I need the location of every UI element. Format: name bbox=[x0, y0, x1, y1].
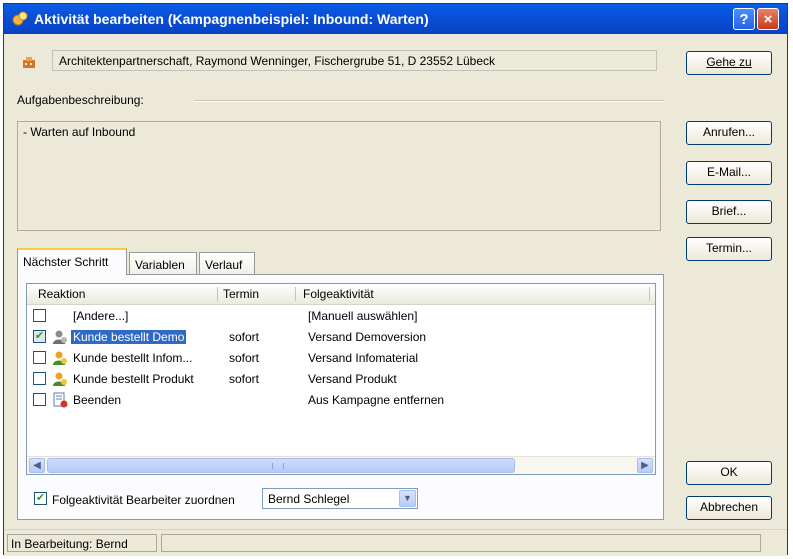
description-separator bbox=[194, 100, 664, 102]
reaction-list[interactable]: Reaktion Termin Folgeaktivität [Andere..… bbox=[26, 283, 656, 475]
row-follow-activity: Aus Kampagne entfernen bbox=[308, 393, 445, 407]
row-follow-activity: Versand Produkt bbox=[308, 372, 397, 386]
ok-label: OK bbox=[720, 465, 738, 479]
row-checkbox[interactable] bbox=[33, 351, 46, 364]
grip-icon bbox=[272, 463, 284, 469]
description-box[interactable]: - Warten auf Inbound bbox=[17, 121, 661, 231]
list-row[interactable]: Beenden Aus Kampagne entfernen bbox=[27, 390, 655, 411]
company-icon bbox=[23, 57, 35, 68]
row-follow-activity: Versand Infomaterial bbox=[308, 351, 419, 365]
row-termin: sofort bbox=[229, 372, 260, 386]
row-reaction: Kunde bestellt Produkt bbox=[73, 372, 194, 386]
close-button[interactable]: × bbox=[757, 8, 779, 30]
email-button[interactable]: E-Mail... bbox=[686, 161, 772, 185]
email-label: E-Mail... bbox=[706, 165, 751, 179]
next-step-panel: Reaktion Termin Folgeaktivität [Andere..… bbox=[17, 274, 664, 520]
call-label: Anrufen... bbox=[702, 125, 756, 139]
list-row[interactable]: ✔ Kunde bestellt Demo sofort Versand Dem… bbox=[27, 327, 655, 348]
row-reaction: Kunde bestellt Infom... bbox=[73, 351, 193, 365]
cancel-label: Abbrechen bbox=[699, 500, 759, 514]
cancel-button[interactable]: Abbrechen bbox=[686, 496, 772, 520]
help-button[interactable]: ? bbox=[733, 8, 755, 30]
row-follow-activity: Versand Demoversion bbox=[308, 330, 427, 344]
column-reaction[interactable]: Reaktion bbox=[38, 287, 85, 301]
row-termin: sofort bbox=[229, 330, 260, 344]
row-reaction: Beenden bbox=[73, 393, 122, 407]
description-label: Aufgabenbeschreibung: bbox=[17, 93, 144, 107]
tab-variables[interactable]: Variablen bbox=[129, 252, 197, 274]
goto-label: Gehe zu bbox=[706, 55, 752, 69]
document-red-icon bbox=[53, 392, 68, 408]
list-header: Reaktion Termin Folgeaktivität bbox=[27, 284, 655, 305]
letter-button[interactable]: Brief... bbox=[686, 200, 772, 224]
activity-dialog: Aktivität bearbeiten (Kampagnenbeispiel:… bbox=[3, 3, 788, 556]
column-divider[interactable] bbox=[217, 287, 218, 301]
appointment-label: Termin... bbox=[705, 241, 752, 255]
person-orange-icon bbox=[53, 351, 67, 365]
scroll-left-icon[interactable]: ◀ bbox=[29, 458, 45, 473]
description-text: - Warten auf Inbound bbox=[23, 125, 136, 139]
status-text: In Bearbeitung: Bernd bbox=[7, 534, 157, 552]
list-row[interactable]: Kunde bestellt Infom... sofort Versand I… bbox=[27, 348, 655, 369]
row-checkbox[interactable] bbox=[33, 372, 46, 385]
column-divider[interactable] bbox=[649, 287, 650, 301]
scroll-right-icon[interactable]: ▶ bbox=[637, 458, 653, 473]
assign-checkbox[interactable]: ✔ bbox=[34, 492, 47, 505]
ok-button[interactable]: OK bbox=[686, 461, 772, 485]
row-checkbox[interactable] bbox=[33, 309, 46, 322]
tab-next-step[interactable]: Nächster Schritt bbox=[17, 248, 127, 275]
row-reaction: Kunde bestellt Demo bbox=[71, 330, 187, 344]
row-termin: sofort bbox=[229, 351, 260, 365]
assign-label[interactable]: Folgeaktivität Bearbeiter zuordnen bbox=[52, 493, 235, 507]
status-pane-empty bbox=[161, 534, 761, 552]
call-button[interactable]: Anrufen... bbox=[686, 121, 772, 145]
list-row[interactable]: Kunde bestellt Produkt sofort Versand Pr… bbox=[27, 369, 655, 390]
letter-label: Brief... bbox=[711, 204, 747, 218]
status-bar: In Bearbeitung: Bernd bbox=[4, 529, 787, 556]
horizontal-scrollbar[interactable]: ◀ ▶ bbox=[27, 456, 655, 474]
window-title: Aktivität bearbeiten (Kampagnenbeispiel:… bbox=[34, 11, 429, 27]
person-orange-icon bbox=[53, 372, 67, 386]
title-bar[interactable]: Aktivität bearbeiten (Kampagnenbeispiel:… bbox=[4, 4, 787, 34]
assignee-value: Bernd Schlegel bbox=[268, 492, 350, 506]
row-checkbox[interactable]: ✔ bbox=[33, 330, 46, 343]
tab-history[interactable]: Verlauf bbox=[199, 252, 255, 274]
assignee-select[interactable]: Bernd Schlegel ▼ bbox=[262, 488, 418, 509]
column-follow-activity[interactable]: Folgeaktivität bbox=[303, 287, 374, 301]
list-row[interactable]: [Andere...] [Manuell auswählen] bbox=[27, 306, 655, 327]
column-termin[interactable]: Termin bbox=[223, 287, 259, 301]
person-gray-icon bbox=[53, 330, 67, 344]
chevron-down-icon[interactable]: ▼ bbox=[399, 490, 416, 507]
column-divider[interactable] bbox=[295, 287, 296, 301]
row-reaction: [Andere...] bbox=[73, 309, 129, 323]
scroll-thumb[interactable] bbox=[47, 458, 515, 473]
row-follow-activity: [Manuell auswählen] bbox=[308, 309, 418, 323]
activity-icon bbox=[12, 11, 28, 26]
goto-button[interactable]: Gehe zu bbox=[686, 51, 772, 75]
appointment-button[interactable]: Termin... bbox=[686, 237, 772, 261]
row-reaction-selected-text: Kunde bestellt Demo bbox=[71, 330, 187, 344]
contact-address-field: Architektenpartnerschaft, Raymond Wennin… bbox=[52, 50, 657, 71]
row-checkbox[interactable] bbox=[33, 393, 46, 406]
